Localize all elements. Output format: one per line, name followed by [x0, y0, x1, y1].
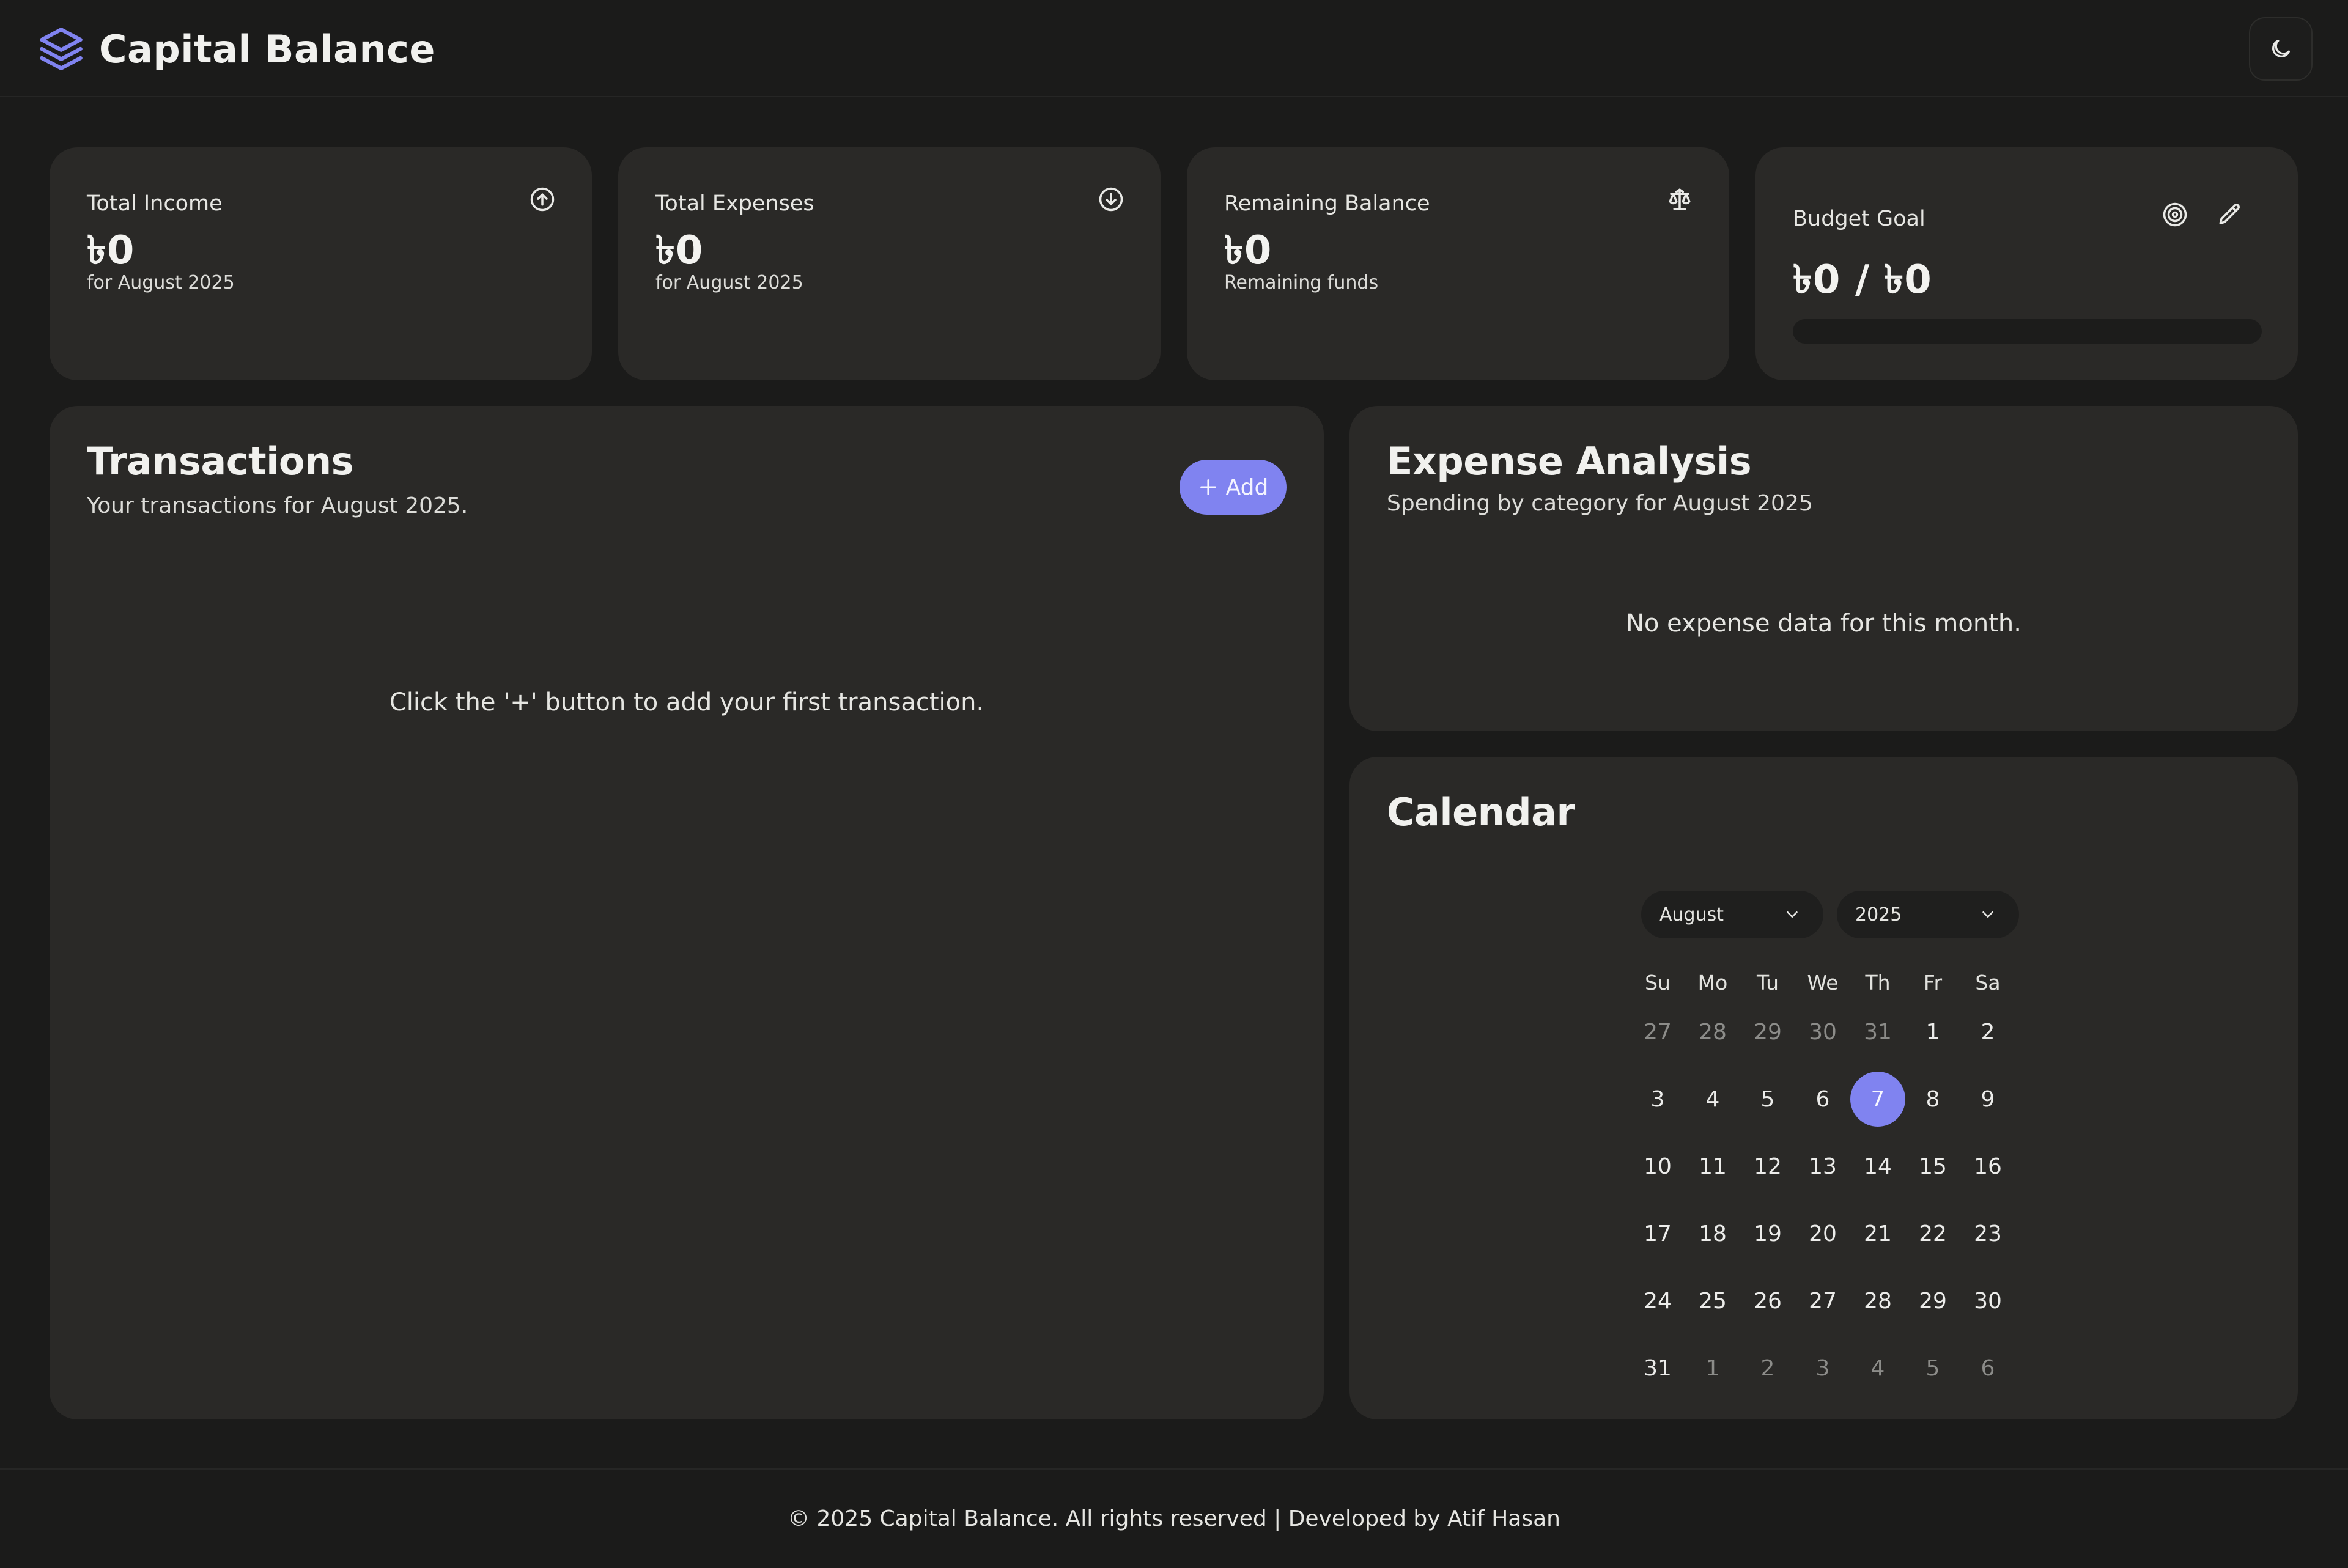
calendar-day[interactable]: 28 [1850, 1273, 1905, 1328]
transactions-title: Transactions [87, 439, 354, 484]
app-header: Capital Balance [0, 0, 2348, 97]
calendar-day[interactable]: 14 [1850, 1139, 1905, 1194]
calendar-day[interactable]: 4 [1850, 1341, 1905, 1396]
transactions-subtitle: Your transactions for August 2025. [87, 493, 468, 518]
calendar-day[interactable]: 27 [1795, 1273, 1850, 1328]
expense-analysis-subtitle: Spending by category for August 2025 [1387, 491, 1813, 516]
calendar-title: Calendar [1387, 790, 1575, 834]
edit-budget-button[interactable] [2217, 202, 2243, 227]
weekday-header: Th [1865, 971, 1891, 995]
calendar-day[interactable]: 29 [1905, 1273, 1960, 1328]
calendar-day[interactable]: 9 [1960, 1072, 2015, 1127]
calendar-day[interactable]: 30 [1795, 1004, 1850, 1059]
layers-icon [40, 28, 83, 70]
calendar-day[interactable]: 10 [1630, 1139, 1685, 1194]
brand[interactable]: Capital Balance [37, 24, 435, 73]
calendar-day[interactable]: 30 [1960, 1273, 2015, 1328]
calendar-day[interactable]: 22 [1905, 1206, 1960, 1261]
calendar-day[interactable]: 3 [1630, 1072, 1685, 1127]
calendar-day[interactable]: 5 [1905, 1341, 1960, 1396]
month-select-value: August [1659, 904, 1724, 926]
total-income-card: Total Income ৳0 for August 2025 [50, 147, 592, 380]
weekday-header: Tu [1756, 971, 1779, 995]
calendar-day[interactable]: 2 [1960, 1004, 2015, 1059]
footer-text: © 2025 Capital Balance. All rights reser… [788, 1506, 1560, 1531]
calendar-day-selected[interactable]: 7 [1850, 1072, 1905, 1127]
calendar-day[interactable]: 31 [1630, 1341, 1685, 1396]
calendar-day[interactable]: 17 [1630, 1206, 1685, 1261]
calendar-day[interactable]: 8 [1905, 1072, 1960, 1127]
month-select[interactable]: August [1641, 891, 1823, 938]
calendar-day[interactable]: 16 [1960, 1139, 2015, 1194]
weekday-header: Su [1645, 971, 1671, 995]
calendar-panel: Calendar August 2025 Su Mo Tu We Th Fr Sa 27 28 2… [1349, 757, 2298, 1419]
calendar-day[interactable]: 13 [1795, 1139, 1850, 1194]
arrow-down-circle-icon [1098, 186, 1124, 212]
expense-analysis-panel: Expense Analysis Spending by category fo… [1349, 406, 2298, 731]
moon-icon [2272, 40, 2290, 57]
calendar-day[interactable]: 6 [1960, 1341, 2015, 1396]
calendar-day[interactable]: 31 [1850, 1004, 1905, 1059]
weekday-header: Fr [1923, 971, 1943, 995]
calendar-day[interactable]: 3 [1795, 1341, 1850, 1396]
calendar-day[interactable]: 18 [1685, 1206, 1740, 1261]
stat-subtitle: Remaining funds [1224, 272, 1379, 293]
scale-icon [1667, 186, 1693, 212]
total-expenses-card: Total Expenses ৳0 for August 2025 [618, 147, 1161, 380]
calendar-day[interactable]: 12 [1740, 1139, 1795, 1194]
pencil-icon [2219, 204, 2240, 224]
calendar-day[interactable]: 24 [1630, 1273, 1685, 1328]
arrow-up-circle-icon [530, 186, 555, 212]
footer: © 2025 Capital Balance. All rights reser… [0, 1468, 2348, 1568]
calendar-day[interactable]: 19 [1740, 1206, 1795, 1261]
calendar-day[interactable]: 1 [1685, 1341, 1740, 1396]
expense-analysis-title: Expense Analysis [1387, 439, 1752, 484]
weekday-header: Sa [1975, 971, 2001, 995]
app-title: Capital Balance [99, 26, 435, 72]
year-select-value: 2025 [1855, 904, 1902, 926]
budget-goal-card: Budget Goal ৳0 / ৳0 [1755, 147, 2298, 380]
budget-label: Budget Goal [1793, 207, 1925, 231]
calendar-day[interactable]: 26 [1740, 1273, 1795, 1328]
stat-subtitle: for August 2025 [87, 272, 235, 293]
calendar-day[interactable]: 1 [1905, 1004, 1960, 1059]
add-transaction-button[interactable]: Add [1180, 460, 1287, 515]
calendar-day[interactable]: 15 [1905, 1139, 1960, 1194]
transactions-empty-message: Click the '+' button to add your first t… [389, 688, 984, 716]
chevron-down-icon [1787, 911, 1798, 918]
weekday-header: Mo [1697, 971, 1728, 995]
calendar-day[interactable]: 2 [1740, 1341, 1795, 1396]
calendar-day[interactable]: 20 [1795, 1206, 1850, 1261]
calendar-day[interactable]: 27 [1630, 1004, 1685, 1059]
calendar-day[interactable]: 11 [1685, 1139, 1740, 1194]
calendar-day[interactable]: 23 [1960, 1206, 2015, 1261]
budget-progress-bar [1793, 319, 2262, 344]
stat-label: Total Income [87, 191, 223, 216]
calendar-day[interactable]: 6 [1795, 1072, 1850, 1127]
stat-subtitle: for August 2025 [655, 272, 803, 293]
calendar-day[interactable]: 28 [1685, 1004, 1740, 1059]
weekday-header: We [1807, 971, 1839, 995]
budget-value: ৳0 / ৳0 [1793, 257, 1932, 303]
target-icon [2162, 202, 2188, 227]
remaining-balance-card: Remaining Balance ৳0 Remaining funds [1187, 147, 1729, 380]
expense-empty-message: No expense data for this month. [1626, 609, 2021, 638]
calendar-day[interactable]: 4 [1685, 1072, 1740, 1127]
calendar-day[interactable]: 5 [1740, 1072, 1795, 1127]
calendar-day[interactable]: 21 [1850, 1206, 1905, 1261]
calendar-day[interactable]: 29 [1740, 1004, 1795, 1059]
transactions-panel: Transactions Your transactions for Augus… [50, 406, 1324, 1419]
calendar-day[interactable]: 25 [1685, 1273, 1740, 1328]
chevron-down-icon [1982, 911, 1993, 918]
plus-icon [1200, 479, 1216, 495]
add-button-label: Add [1225, 474, 1269, 500]
theme-toggle-button[interactable] [2249, 17, 2313, 81]
year-select[interactable]: 2025 [1837, 891, 2019, 938]
stat-label: Remaining Balance [1224, 191, 1430, 216]
stat-label: Total Expenses [655, 191, 814, 216]
